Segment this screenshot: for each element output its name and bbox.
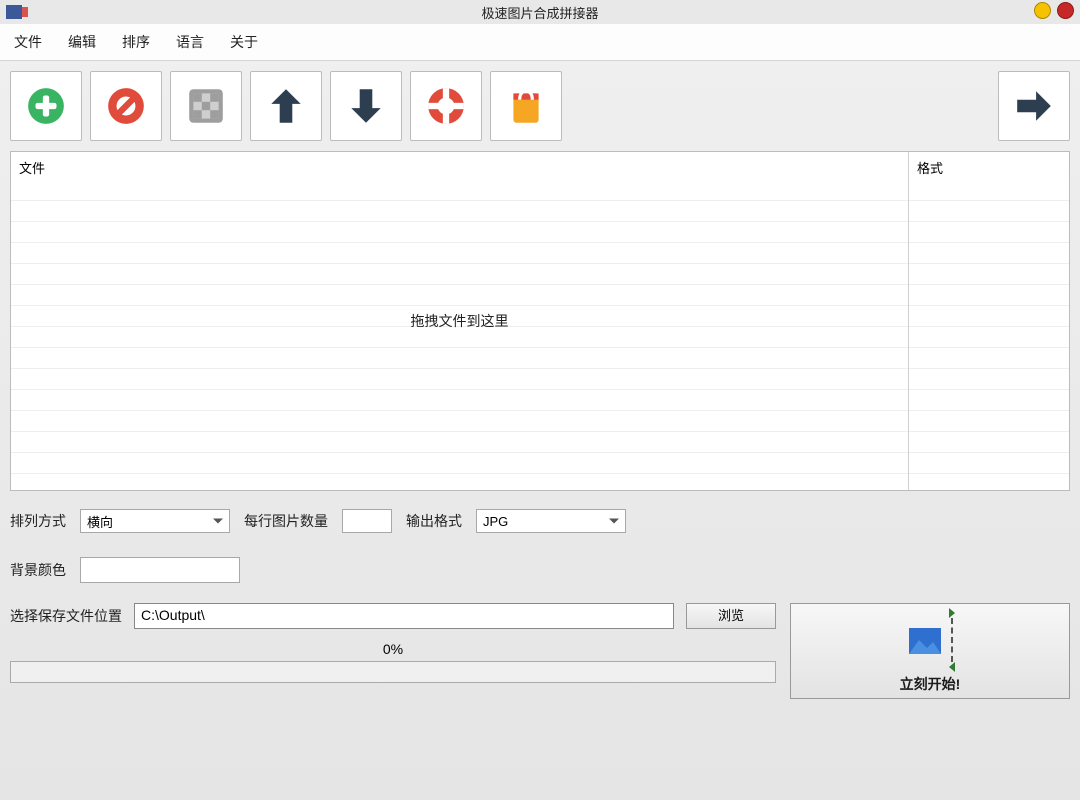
remove-button[interactable] xyxy=(90,71,162,141)
minimize-button[interactable] xyxy=(1034,2,1051,19)
arrange-label: 排列方式 xyxy=(10,511,66,531)
column-header-format[interactable]: 格式 xyxy=(909,152,1069,183)
arrow-up-icon xyxy=(265,85,307,127)
plus-circle-icon xyxy=(25,85,67,127)
toolbar xyxy=(10,71,1070,141)
save-location-label: 选择保存文件位置 xyxy=(10,606,122,626)
menu-file[interactable]: 文件 xyxy=(14,32,42,52)
start-icon xyxy=(905,608,955,672)
window-controls xyxy=(1034,2,1074,19)
shop-button[interactable] xyxy=(490,71,562,141)
move-up-button[interactable] xyxy=(250,71,322,141)
output-value: JPG xyxy=(483,514,508,529)
add-button[interactable] xyxy=(10,71,82,141)
format-rows xyxy=(909,180,1069,490)
arrange-select[interactable]: 横向 xyxy=(80,509,230,533)
dashed-line-icon xyxy=(951,618,953,662)
column-header-file[interactable]: 文件 xyxy=(11,152,908,183)
save-path-input[interactable]: C:\Output\ xyxy=(134,603,674,629)
arrange-value: 横向 xyxy=(87,512,113,531)
help-button[interactable] xyxy=(410,71,482,141)
menu-edit[interactable]: 编辑 xyxy=(68,32,96,52)
mini-arrow-bottom-icon xyxy=(949,662,955,672)
app-icon xyxy=(6,5,22,19)
mini-arrow-top-icon xyxy=(949,608,955,618)
window-title: 极速图片合成拼接器 xyxy=(481,3,598,22)
clear-button[interactable] xyxy=(170,71,242,141)
column-file: 文件 拖拽文件到这里 xyxy=(11,152,909,490)
drop-hint: 拖拽文件到这里 xyxy=(411,311,509,331)
menu-language[interactable]: 语言 xyxy=(176,32,204,52)
no-entry-icon xyxy=(105,85,147,127)
menubar: 文件 编辑 排序 语言 关于 xyxy=(0,24,1080,61)
file-rows xyxy=(11,180,908,490)
bgcolor-picker[interactable] xyxy=(80,557,240,583)
move-down-button[interactable] xyxy=(330,71,402,141)
column-format: 格式 xyxy=(909,152,1069,490)
output-format-select[interactable]: JPG xyxy=(476,509,626,533)
output-label: 输出格式 xyxy=(406,511,462,531)
progress-bar xyxy=(10,661,776,683)
image-icon xyxy=(905,620,945,660)
close-button[interactable] xyxy=(1057,2,1074,19)
menu-about[interactable]: 关于 xyxy=(230,32,258,52)
per-row-label: 每行图片数量 xyxy=(244,511,328,531)
checker-icon xyxy=(185,85,227,127)
bgcolor-label: 背景颜色 xyxy=(10,560,66,580)
titlebar: 极速图片合成拼接器 xyxy=(0,0,1080,24)
bottom-area: 选择保存文件位置 C:\Output\ 浏览 0% xyxy=(10,603,1070,699)
arrow-down-icon xyxy=(345,85,387,127)
browse-button[interactable]: 浏览 xyxy=(686,603,776,629)
per-row-input[interactable] xyxy=(342,509,392,533)
menu-sort[interactable]: 排序 xyxy=(122,32,150,52)
arrow-right-icon xyxy=(1013,85,1055,127)
content: 文件 拖拽文件到这里 格式 排列方式 横向 每行图片数量 输出格式 JPG 背景… xyxy=(0,61,1080,800)
file-list[interactable]: 文件 拖拽文件到这里 格式 xyxy=(10,151,1070,491)
lifebuoy-icon xyxy=(425,85,467,127)
next-button[interactable] xyxy=(998,71,1070,141)
shopping-bag-icon xyxy=(505,85,547,127)
options: 排列方式 横向 每行图片数量 输出格式 JPG 背景颜色 xyxy=(10,509,1070,583)
progress-text: 0% xyxy=(10,641,776,657)
start-label: 立刻开始! xyxy=(900,674,961,694)
start-button[interactable]: 立刻开始! xyxy=(790,603,1070,699)
